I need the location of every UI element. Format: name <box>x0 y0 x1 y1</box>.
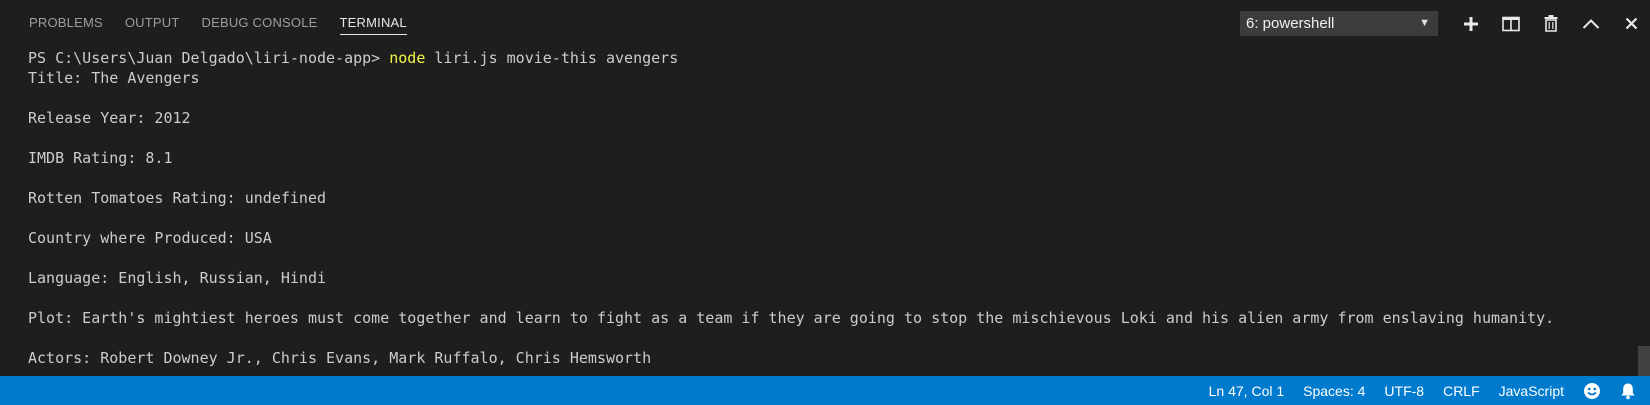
feedback-button[interactable] <box>1583 382 1601 400</box>
maximize-panel-button[interactable] <box>1578 11 1604 36</box>
terminal-line: Release Year: 2012 <box>28 109 191 127</box>
terminal-line: Actors: Robert Downey Jr., Chris Evans, … <box>28 349 652 367</box>
terminal-line: Rotten Tomatoes Rating: undefined <box>28 189 327 207</box>
tab-problems[interactable]: PROBLEMS <box>18 0 114 46</box>
split-terminal-button[interactable] <box>1498 11 1524 36</box>
terminal-line: IMDB Rating: 8.1 <box>28 149 173 167</box>
panel-header: PROBLEMS OUTPUT DEBUG CONSOLE TERMINAL 6… <box>0 0 1650 46</box>
terminal-prompt: PS C:\Users\Juan Delgado\liri-node-app> <box>28 49 390 67</box>
terminal-scrollbar-thumb[interactable] <box>1638 346 1650 376</box>
kill-terminal-button[interactable] <box>1538 11 1564 36</box>
panel-actions <box>1458 11 1650 36</box>
split-icon <box>1502 16 1520 31</box>
terminal-select-value: 6: powershell <box>1246 15 1335 32</box>
chevron-down-icon: ▼ <box>1419 17 1430 29</box>
terminal-line: Plot: Earth's mightiest heroes must come… <box>28 309 1555 327</box>
tab-terminal[interactable]: TERMINAL <box>329 0 418 46</box>
encoding[interactable]: UTF-8 <box>1384 383 1424 399</box>
terminal-line: Language: English, Russian, Hindi <box>28 269 327 287</box>
close-panel-button[interactable] <box>1618 11 1644 36</box>
terminal-select[interactable]: 6: powershell ▼ <box>1240 11 1438 36</box>
command-args: liri.js movie-this avengers <box>425 49 679 67</box>
new-terminal-button[interactable] <box>1458 11 1484 36</box>
language-mode[interactable]: JavaScript <box>1499 383 1564 399</box>
tab-output[interactable]: OUTPUT <box>114 0 191 46</box>
end-of-line[interactable]: CRLF <box>1443 383 1480 399</box>
terminal-line: Country where Produced: USA <box>28 229 272 247</box>
status-items: Ln 47, Col 1 Spaces: 4 UTF-8 CRLF JavaSc… <box>1190 376 1636 405</box>
plus-icon <box>1464 16 1478 31</box>
terminal-line: Title: The Avengers <box>28 69 200 87</box>
terminal-output[interactable]: PS C:\Users\Juan Delgado\liri-node-app> … <box>28 48 1628 376</box>
terminal-command-line: PS C:\Users\Juan Delgado\liri-node-app> … <box>28 48 1628 68</box>
status-bar: Ln 47, Col 1 Spaces: 4 UTF-8 CRLF JavaSc… <box>0 376 1650 405</box>
cursor-position[interactable]: Ln 47, Col 1 <box>1209 383 1285 399</box>
notifications-button[interactable] <box>1620 382 1636 400</box>
trash-icon <box>1544 15 1558 32</box>
panel-tabs: PROBLEMS OUTPUT DEBUG CONSOLE TERMINAL <box>18 0 418 46</box>
bell-icon <box>1621 383 1635 399</box>
command-keyword: node <box>389 49 426 67</box>
tab-debug-console[interactable]: DEBUG CONSOLE <box>191 0 329 46</box>
smiley-icon <box>1584 382 1600 399</box>
close-icon <box>1625 17 1637 30</box>
chevron-up-icon <box>1582 18 1600 29</box>
indentation[interactable]: Spaces: 4 <box>1303 383 1365 399</box>
